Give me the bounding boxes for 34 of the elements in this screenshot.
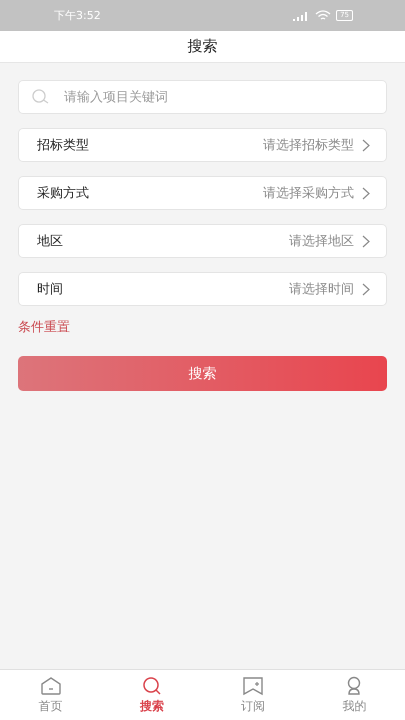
filter-label: 地区 [37,233,64,250]
chevron-right-icon [362,234,370,248]
filter-label: 采购方式 [37,185,90,202]
search-button[interactable]: 搜索 [18,356,387,391]
tab-label: 首页 [38,698,63,714]
filter-placeholder: 请选择时间 [289,281,354,298]
tab-item[interactable]: 订阅 [202,670,304,720]
status-time: 下午3:52 [54,8,101,23]
tab-item[interactable]: 搜索 [101,670,202,720]
tab-label: 我的 [342,698,366,714]
tab-item[interactable]: 我的 [304,670,405,720]
filter-row[interactable]: 时间 请选择时间 [18,272,387,306]
chevron-right-icon [362,138,370,152]
chevron-right-icon [362,186,370,200]
tab-item[interactable]: 首页 [0,670,102,720]
wifi-icon [315,10,332,21]
chevron-right-icon [362,282,370,296]
page-title: 搜索 [188,37,218,56]
search-field[interactable]: 请输入项目关键词 [18,80,387,114]
filter-placeholder: 请选择招标类型 [263,137,354,154]
search-icon [31,89,51,105]
filter-label: 时间 [37,281,64,298]
filter-placeholder: 请选择采购方式 [263,185,354,202]
reset-link[interactable]: 条件重置 [18,318,70,336]
filter-label: 招标类型 [37,137,90,154]
filter-row[interactable]: 招标类型 请选择招标类型 [18,128,387,162]
search-icon [140,676,163,696]
bookmark-icon [242,676,264,696]
tab-label: 订阅 [241,698,266,714]
tab-label: 搜索 [140,698,164,714]
filter-placeholder: 请选择地区 [289,233,354,250]
filter-row[interactable]: 采购方式 请选择采购方式 [18,176,387,210]
home-icon [40,676,62,696]
filter-row[interactable]: 地区 请选择地区 [18,224,387,258]
